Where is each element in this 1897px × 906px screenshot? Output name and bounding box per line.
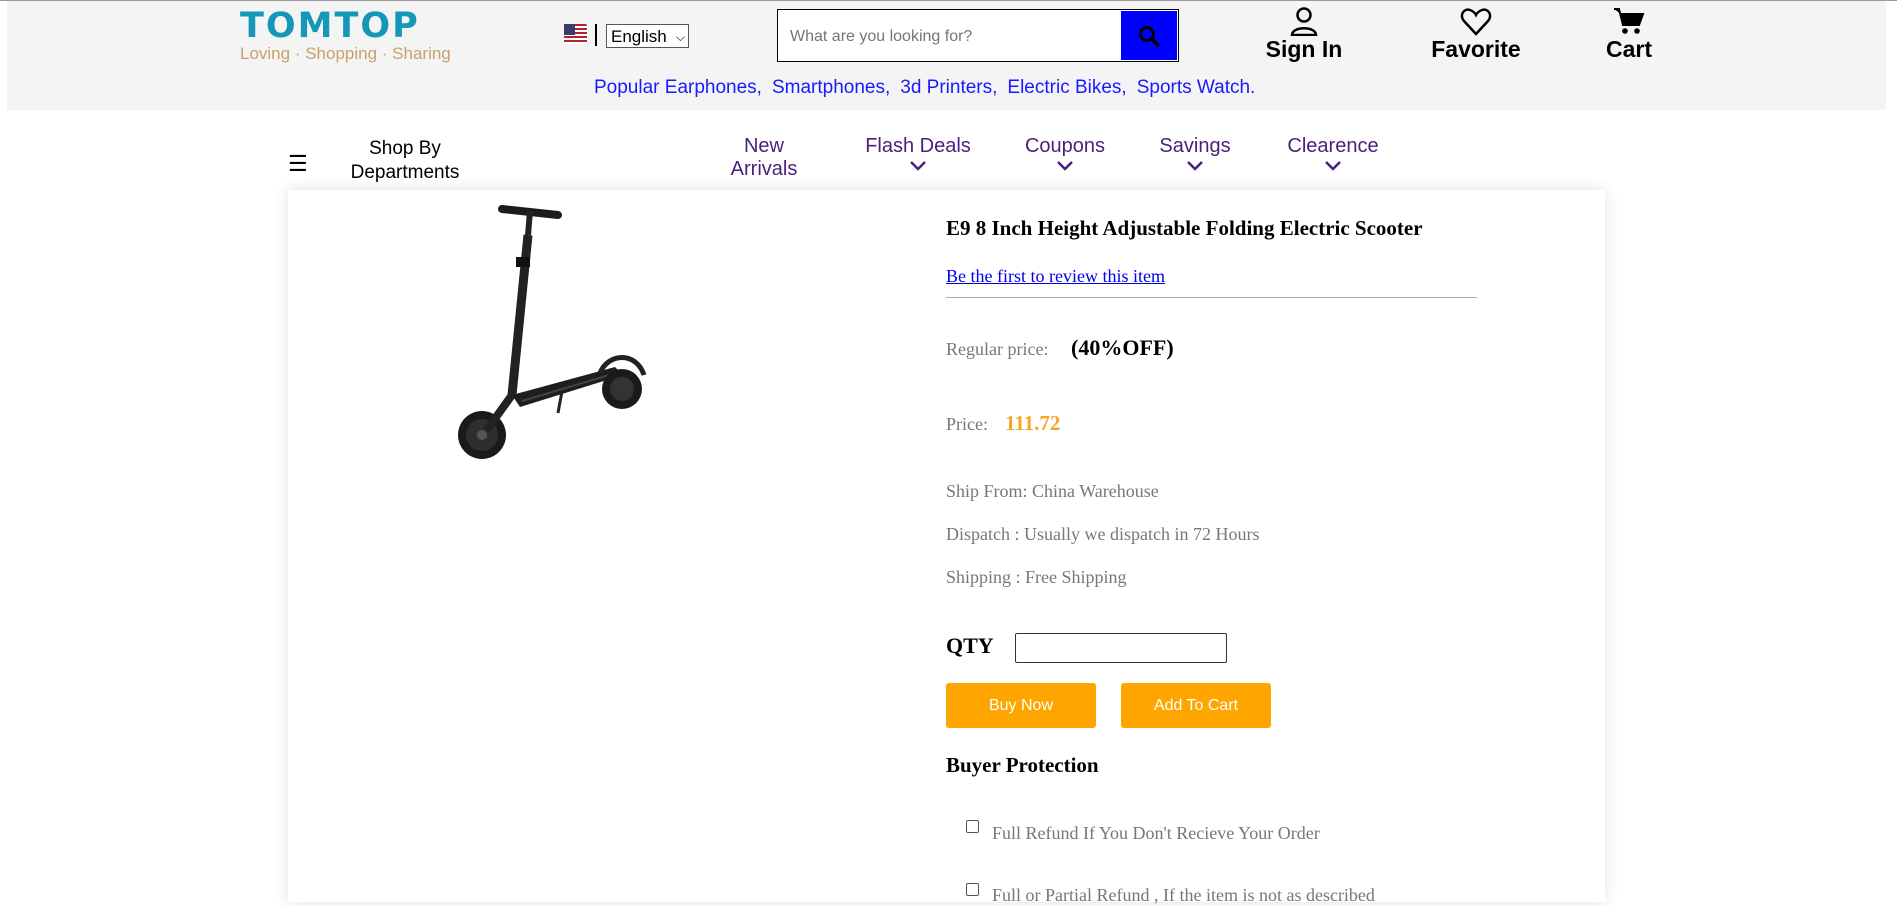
popular-link[interactable]: Popular Earphones, (594, 77, 762, 98)
nav-label: Savings (1159, 135, 1231, 157)
review-link[interactable]: Be the first to review this item (946, 266, 1165, 287)
menu-icon[interactable]: ☰ (288, 151, 308, 177)
nav-label: New Arrivals (730, 135, 798, 180)
buyer-protection-heading: Buyer Protection (946, 753, 1099, 777)
nav-label: Coupons (1024, 135, 1106, 157)
user-icon (1290, 7, 1318, 36)
sign-in-label: Sign In (1265, 36, 1343, 62)
nav-coupons[interactable]: Coupons (1015, 135, 1115, 174)
regular-price-label: Regular price: (946, 339, 1049, 359)
cart-icon (1614, 8, 1645, 34)
chevron-down-icon (1187, 161, 1203, 171)
nav-label: Flash Deals (865, 135, 971, 157)
qty-label: QTY (946, 633, 994, 658)
language-value: English (611, 27, 667, 46)
favorite-link[interactable]: Favorite (1428, 6, 1524, 62)
qty-input[interactable] (1015, 633, 1227, 663)
add-to-cart-button[interactable]: Add To Cart (1121, 683, 1271, 728)
price-value: 111.72 (1005, 411, 1061, 435)
popular-link[interactable]: Smartphones, (772, 77, 890, 98)
chevron-down-icon: ⌵ (675, 30, 685, 44)
cart-label: Cart (1605, 36, 1652, 62)
popular-searches: Popular Earphones, Smartphones, 3d Printer… (594, 77, 1265, 99)
refund-checkbox[interactable] (966, 820, 979, 833)
heart-icon (1460, 8, 1492, 36)
nav-savings[interactable]: Savings (1150, 135, 1240, 174)
search-button[interactable] (1121, 11, 1177, 60)
popular-link[interactable]: Electric Bikes, (1007, 77, 1126, 98)
popular-link[interactable]: Sports Watch. (1137, 77, 1256, 98)
sign-in-link[interactable]: Sign In (1262, 6, 1346, 62)
price-label: Price: (946, 414, 988, 434)
product-title: E9 8 Inch Height Adjustable Folding Elec… (946, 216, 1423, 240)
ship-from: Ship From: China Warehouse (946, 481, 1159, 501)
nav-flash-deals[interactable]: Flash Deals (858, 135, 978, 174)
us-flag-icon[interactable] (564, 24, 587, 44)
chevron-down-icon (910, 161, 926, 171)
dispatch-info: Dispatch : Usually we dispatch in 72 Hou… (946, 524, 1260, 544)
divider (595, 24, 597, 46)
logo-tagline: Loving · Shopping · Sharing (240, 44, 451, 63)
chevron-down-icon (1057, 161, 1073, 171)
partial-refund-label: Full or Partial Refund , If the item is … (992, 885, 1375, 905)
cart-link[interactable]: Cart (1600, 6, 1658, 62)
buy-now-button[interactable]: Buy Now (946, 683, 1096, 728)
refund-label: Full Refund If You Don't Recieve Your Or… (992, 823, 1320, 843)
product-image[interactable] (440, 195, 660, 465)
search-input[interactable] (788, 10, 1132, 63)
language-select[interactable]: English ⌵ (606, 24, 689, 48)
discount-badge: (40%OFF) (1071, 335, 1174, 360)
search-box (777, 9, 1179, 63)
nav-label: Clearence (1287, 135, 1379, 157)
shop-by-departments[interactable]: Shop By Departments (330, 137, 480, 185)
nav-clearence[interactable]: Clearence (1278, 135, 1388, 174)
shipping-info: Shipping : Free Shipping (946, 567, 1127, 587)
logo[interactable]: TOMTOP (240, 6, 420, 46)
search-icon (1139, 26, 1160, 47)
favorite-label: Favorite (1431, 36, 1521, 62)
nav-new-arrivals[interactable]: New Arrivals (718, 135, 810, 181)
popular-link[interactable]: 3d Printers, (900, 77, 997, 98)
chevron-down-icon (1325, 161, 1341, 171)
divider (946, 297, 1477, 298)
partial-refund-checkbox[interactable] (966, 883, 979, 896)
